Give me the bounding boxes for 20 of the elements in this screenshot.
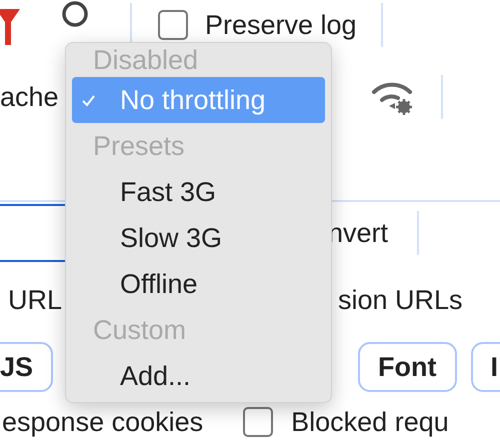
checkbox-label: sion URLs [338,284,463,316]
checkbox-label: Blocked requ [291,406,449,438]
menu-section-header: Disabled [92,44,200,77]
menu-item[interactable]: Fast 3G [72,169,325,215]
menu-item[interactable]: Offline [72,261,325,307]
filter-chip[interactable]: JS [0,342,54,392]
menu-section-header: Custom [92,314,188,347]
checkbox-label: ache [0,82,59,112]
checkbox[interactable] [243,407,274,437]
menu-item[interactable]: Slow 3G [72,215,325,261]
menu-section-header: Presets [92,130,186,163]
clear-icon[interactable] [62,0,88,27]
checkbox[interactable] [158,10,188,40]
checkbox-label: URL [8,284,62,316]
filter-chip[interactable]: I [470,342,500,392]
check-icon [81,92,96,108]
checkbox-label: Preserve log [205,10,357,40]
checkbox-label: esponse cookies [2,406,204,438]
menu-item[interactable]: Add... [72,353,325,399]
filter-chip[interactable]: Font [358,342,457,392]
